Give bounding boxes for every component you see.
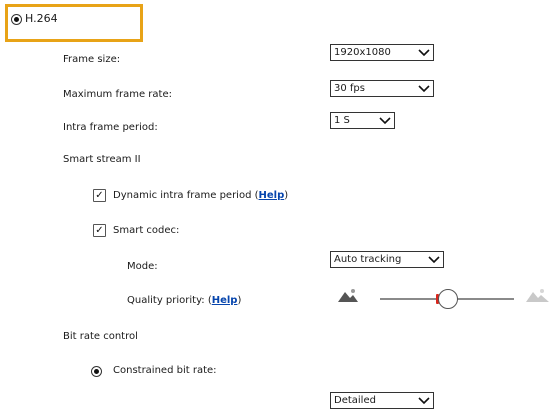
low-quality-image-icon bbox=[338, 289, 358, 302]
smart-codec-label: Smart codec: bbox=[113, 225, 180, 236]
frame-size-value: 1920x1080 bbox=[334, 47, 391, 58]
chevron-down-icon bbox=[428, 256, 440, 264]
high-quality-image-icon bbox=[526, 289, 549, 302]
quality-priority-label: Quality priority: (Help) bbox=[127, 295, 242, 306]
h264-radio[interactable] bbox=[11, 14, 22, 25]
frame-size-label: Frame size: bbox=[63, 54, 121, 65]
mode-select[interactable]: Auto tracking bbox=[330, 251, 444, 268]
smart-stream-heading: Smart stream II bbox=[63, 154, 141, 165]
mode-value: Auto tracking bbox=[334, 254, 402, 265]
chevron-down-icon bbox=[379, 117, 391, 125]
intra-frame-period-label: Intra frame period: bbox=[63, 122, 158, 133]
smart-codec-checkbox[interactable]: ✓ bbox=[93, 224, 106, 237]
intra-frame-period-select[interactable]: 1 S bbox=[330, 112, 395, 129]
quality-priority-help-link[interactable]: Help bbox=[212, 295, 238, 306]
constrained-bit-rate-radio[interactable] bbox=[91, 366, 102, 377]
chevron-down-icon bbox=[418, 49, 430, 57]
dynamic-intra-help-link[interactable]: Help bbox=[259, 190, 285, 201]
max-frame-rate-value: 30 fps bbox=[334, 83, 365, 94]
constrained-bit-rate-label: Constrained bit rate: bbox=[113, 365, 217, 376]
bit-rate-control-heading: Bit rate control bbox=[63, 331, 138, 342]
intra-frame-period-value: 1 S bbox=[334, 115, 350, 126]
mode-label: Mode: bbox=[127, 261, 158, 272]
chevron-down-icon bbox=[418, 85, 430, 93]
max-frame-rate-label: Maximum frame rate: bbox=[63, 89, 172, 100]
h264-label: H.264 bbox=[25, 12, 58, 25]
frame-size-select[interactable]: 1920x1080 bbox=[330, 44, 434, 61]
dynamic-intra-checkbox[interactable]: ✓ bbox=[93, 189, 106, 202]
quality-slider-thumb[interactable] bbox=[438, 289, 458, 309]
dynamic-intra-label: Dynamic intra frame period (Help) bbox=[113, 190, 289, 201]
max-frame-rate-select[interactable]: 30 fps bbox=[330, 80, 434, 97]
